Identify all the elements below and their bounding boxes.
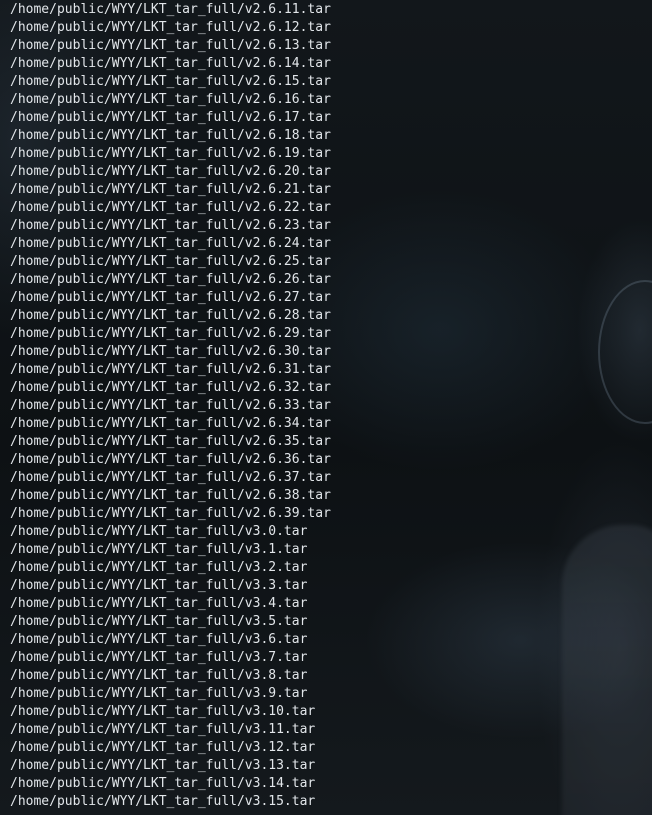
background-arc-image [598,280,652,424]
terminal-line: /home/public/WYY/LKT_tar_full/v3.2.tar [10,560,308,575]
terminal-window[interactable]: /home/public/WYY/LKT_tar_full/v2.6.11.ta… [0,0,652,815]
terminal-line: /home/public/WYY/LKT_tar_full/v3.1.tar [10,542,308,557]
terminal-line: /home/public/WYY/LKT_tar_full/v2.6.38.ta… [10,488,331,503]
terminal-output: /home/public/WYY/LKT_tar_full/v2.6.11.ta… [10,1,331,811]
terminal-line: /home/public/WYY/LKT_tar_full/v2.6.11.ta… [10,2,331,17]
terminal-line: /home/public/WYY/LKT_tar_full/v2.6.35.ta… [10,434,331,449]
terminal-line: /home/public/WYY/LKT_tar_full/v3.4.tar [10,596,308,611]
terminal-line: /home/public/WYY/LKT_tar_full/v3.12.tar [10,740,316,755]
terminal-line: /home/public/WYY/LKT_tar_full/v3.5.tar [10,614,308,629]
terminal-line: /home/public/WYY/LKT_tar_full/v2.6.28.ta… [10,308,331,323]
terminal-line: /home/public/WYY/LKT_tar_full/v2.6.24.ta… [10,236,331,251]
terminal-line: /home/public/WYY/LKT_tar_full/v2.6.32.ta… [10,380,331,395]
terminal-line: /home/public/WYY/LKT_tar_full/v2.6.20.ta… [10,164,331,179]
terminal-line: /home/public/WYY/LKT_tar_full/v3.15.tar [10,794,316,809]
terminal-line: /home/public/WYY/LKT_tar_full/v3.8.tar [10,668,308,683]
terminal-line: /home/public/WYY/LKT_tar_full/v2.6.23.ta… [10,218,331,233]
terminal-line: /home/public/WYY/LKT_tar_full/v3.6.tar [10,632,308,647]
background-figure-image [562,525,652,815]
terminal-line: /home/public/WYY/LKT_tar_full/v2.6.15.ta… [10,74,331,89]
terminal-line: /home/public/WYY/LKT_tar_full/v2.6.21.ta… [10,182,331,197]
terminal-line: /home/public/WYY/LKT_tar_full/v3.10.tar [10,704,316,719]
terminal-line: /home/public/WYY/LKT_tar_full/v3.14.tar [10,776,316,791]
terminal-line: /home/public/WYY/LKT_tar_full/v2.6.17.ta… [10,110,331,125]
terminal-line: /home/public/WYY/LKT_tar_full/v2.6.31.ta… [10,362,331,377]
terminal-line: /home/public/WYY/LKT_tar_full/v3.9.tar [10,686,308,701]
terminal-line: /home/public/WYY/LKT_tar_full/v2.6.12.ta… [10,20,331,35]
terminal-line: /home/public/WYY/LKT_tar_full/v3.3.tar [10,578,308,593]
terminal-line: /home/public/WYY/LKT_tar_full/v2.6.18.ta… [10,128,331,143]
terminal-line: /home/public/WYY/LKT_tar_full/v2.6.19.ta… [10,146,331,161]
terminal-line: /home/public/WYY/LKT_tar_full/v3.11.tar [10,722,316,737]
terminal-line: /home/public/WYY/LKT_tar_full/v3.0.tar [10,524,308,539]
terminal-line: /home/public/WYY/LKT_tar_full/v3.7.tar [10,650,308,665]
terminal-line: /home/public/WYY/LKT_tar_full/v2.6.13.ta… [10,38,331,53]
terminal-line: /home/public/WYY/LKT_tar_full/v2.6.33.ta… [10,398,331,413]
terminal-line: /home/public/WYY/LKT_tar_full/v2.6.16.ta… [10,92,331,107]
terminal-line: /home/public/WYY/LKT_tar_full/v2.6.29.ta… [10,326,331,341]
terminal-line: /home/public/WYY/LKT_tar_full/v2.6.39.ta… [10,506,331,521]
terminal-line: /home/public/WYY/LKT_tar_full/v2.6.25.ta… [10,254,331,269]
terminal-line: /home/public/WYY/LKT_tar_full/v2.6.14.ta… [10,56,331,71]
terminal-line: /home/public/WYY/LKT_tar_full/v2.6.30.ta… [10,344,331,359]
terminal-line: /home/public/WYY/LKT_tar_full/v2.6.22.ta… [10,200,331,215]
terminal-line: /home/public/WYY/LKT_tar_full/v2.6.37.ta… [10,470,331,485]
terminal-line: /home/public/WYY/LKT_tar_full/v2.6.34.ta… [10,416,331,431]
terminal-line: /home/public/WYY/LKT_tar_full/v2.6.36.ta… [10,452,331,467]
terminal-line: /home/public/WYY/LKT_tar_full/v2.6.27.ta… [10,290,331,305]
terminal-line: /home/public/WYY/LKT_tar_full/v2.6.26.ta… [10,272,331,287]
terminal-line: /home/public/WYY/LKT_tar_full/v3.13.tar [10,758,316,773]
